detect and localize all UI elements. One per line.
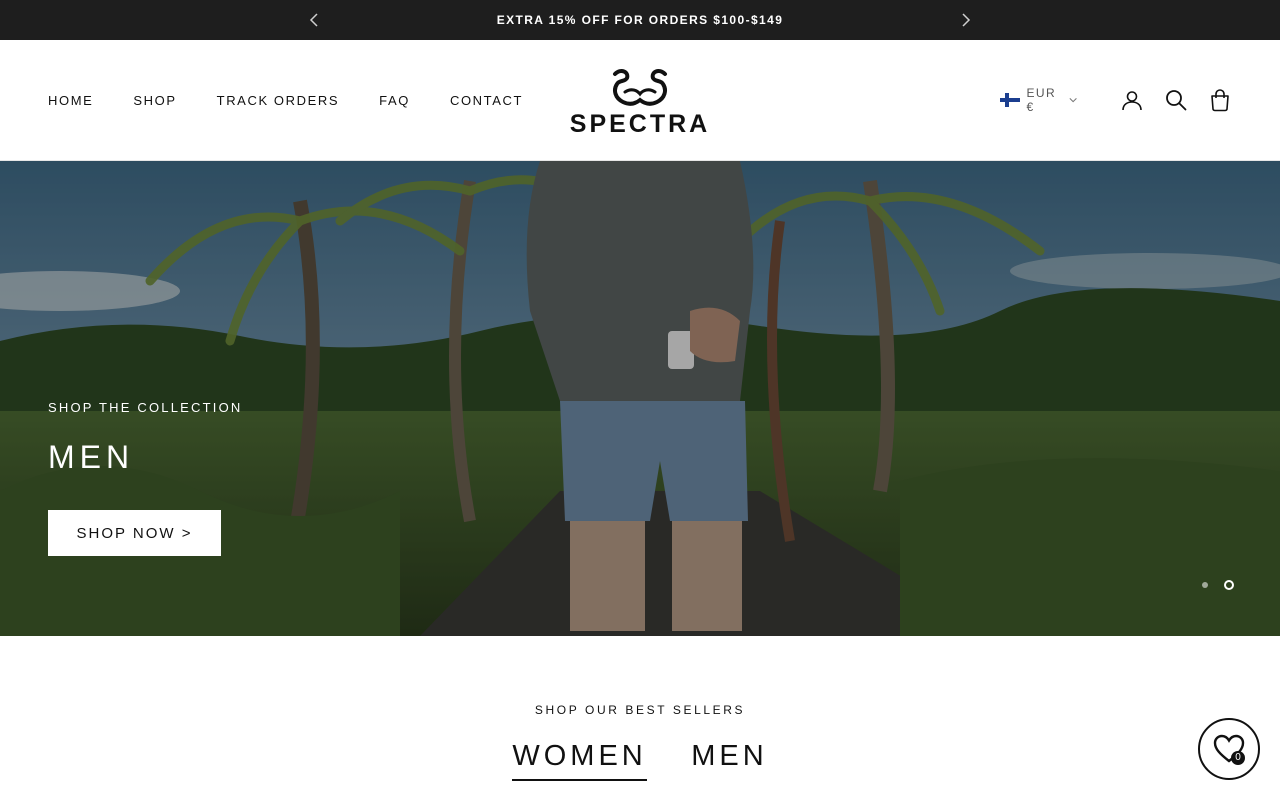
site-header: HOME SHOP TRACK ORDERS FAQ CONTACT SPECT… <box>0 40 1280 161</box>
search-button[interactable] <box>1164 88 1188 112</box>
wishlist-count: 0 <box>1231 751 1245 765</box>
announcement-next-button[interactable] <box>956 10 976 30</box>
account-button[interactable] <box>1120 88 1144 112</box>
nav-contact[interactable]: CONTACT <box>450 93 523 108</box>
chevron-down-icon <box>1069 98 1078 103</box>
tab-men[interactable]: MEN <box>691 740 767 779</box>
cart-button[interactable] <box>1208 88 1232 112</box>
finland-flag-icon <box>1000 93 1020 107</box>
search-icon <box>1166 90 1187 111</box>
tab-women[interactable]: WOMEN <box>512 740 647 781</box>
hero-heading: MEN <box>48 439 135 475</box>
nav-shop[interactable]: SHOP <box>133 93 176 108</box>
currency-label: EUR € <box>1026 86 1057 114</box>
main-nav: HOME SHOP TRACK ORDERS FAQ CONTACT <box>48 93 563 108</box>
shop-now-button[interactable]: SHOP NOW > <box>48 510 221 556</box>
announcement-bar: EXTRA 15% OFF FOR ORDERS $100-$149 <box>0 0 1280 40</box>
site-logo[interactable]: SPECTRA <box>569 66 711 138</box>
wishlist-button[interactable]: 0 <box>1198 718 1260 780</box>
logo-mark-icon <box>613 69 667 106</box>
hero-banner: SHOP THE COLLECTION MEN SHOP NOW > <box>0 161 1280 636</box>
cart-icon <box>1211 89 1229 112</box>
nav-faq[interactable]: FAQ <box>379 93 410 108</box>
announcement-message: EXTRA 15% OFF FOR ORDERS $100-$149 <box>496 13 784 27</box>
slide-dot-1[interactable] <box>1202 582 1208 588</box>
hero-overlay <box>0 161 1280 636</box>
slide-dot-2[interactable] <box>1224 580 1234 590</box>
nav-home[interactable]: HOME <box>48 93 93 108</box>
logo-text: SPECTRA <box>569 110 711 138</box>
chevron-right-icon <box>962 13 971 27</box>
best-sellers-tabs: WOMEN MEN <box>0 740 1280 781</box>
slide-indicator <box>1202 580 1236 590</box>
hero-kicker: SHOP THE COLLECTION <box>48 400 243 415</box>
currency-selector[interactable]: EUR € <box>1000 86 1078 114</box>
nav-track-orders[interactable]: TRACK ORDERS <box>217 93 340 108</box>
best-sellers-kicker: SHOP OUR BEST SELLERS <box>534 703 746 717</box>
account-icon <box>1122 91 1142 111</box>
